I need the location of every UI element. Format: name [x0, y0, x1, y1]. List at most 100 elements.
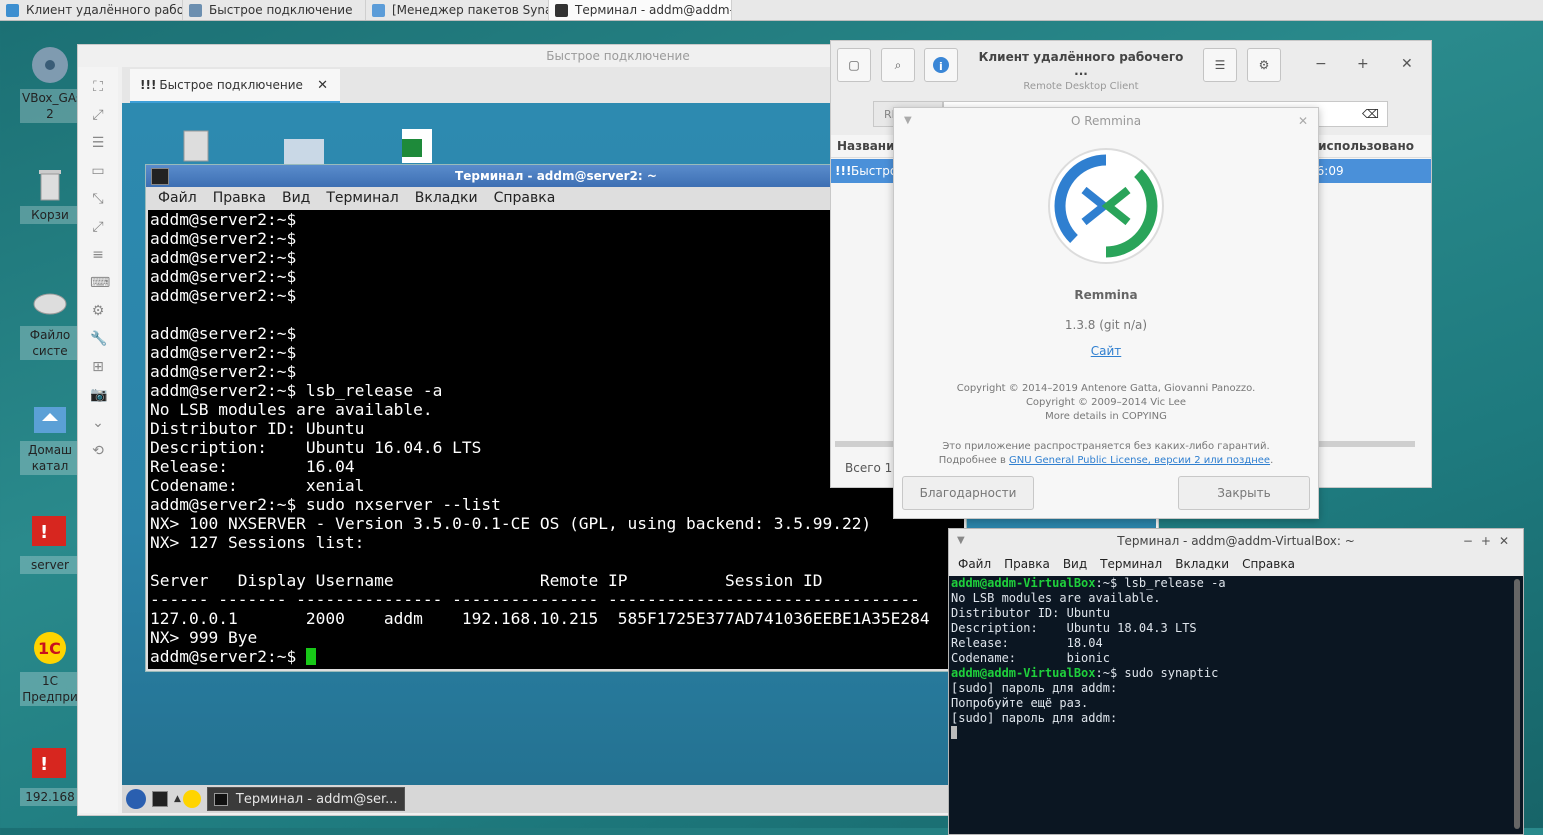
maximize-icon[interactable]: +: [1357, 56, 1369, 72]
website-link[interactable]: Сайт: [894, 344, 1318, 358]
info-icon: i: [933, 57, 949, 73]
menu-item[interactable]: Справка: [1242, 557, 1295, 571]
menu-icon[interactable]: ☰: [90, 135, 106, 151]
fullscreen-icon[interactable]: ⛶: [90, 79, 106, 95]
desktop-icon-1c[interactable]: 1С 1С Предпри: [20, 628, 80, 706]
remmina-connection-icon: !: [30, 512, 70, 552]
remmina-toolbar: ⛶ ⤢ ☰ ▭ ⤡ ⤢ ≡ ⌨ ⚙ 🔧 ⊞ 📷 ⌄ ⟲: [78, 67, 118, 813]
new-connection-button[interactable]: ▢: [837, 48, 871, 82]
app-icon: [189, 3, 202, 17]
fit-window-icon[interactable]: ⤢: [90, 107, 106, 123]
status-bar: Всего 1: [845, 461, 893, 475]
desktop-icon-192[interactable]: ! 192.168: [20, 744, 80, 806]
gear-icon: ⚙: [1258, 58, 1270, 72]
taskbar-item[interactable]: Терминал - addm@addm-V...: [549, 0, 732, 20]
preferences-icon[interactable]: ⚙: [90, 303, 106, 319]
close-icon[interactable]: ✕: [1298, 108, 1308, 134]
menu-item[interactable]: Файл: [958, 557, 991, 571]
folder-icon[interactable]: [282, 129, 324, 169]
close-tab-icon[interactable]: ✕: [317, 78, 328, 93]
resize-icon[interactable]: ⤢: [90, 219, 106, 235]
top-taskbar: Клиент удалённого рабоч...Быстрое подклю…: [0, 0, 1543, 21]
remmina-header-bar: ▢ ⌕ i Клиент удалённого рабочего ... Rem…: [831, 41, 1431, 94]
terminal-icon: [213, 792, 228, 806]
window-controls[interactable]: −+✕: [1463, 529, 1517, 553]
menu-item[interactable]: Вкладки: [1175, 557, 1229, 571]
menu-item[interactable]: Справка: [494, 190, 556, 206]
disconnect-icon[interactable]: ⟲: [90, 443, 106, 459]
menu-item[interactable]: Вид: [282, 190, 310, 206]
about-button[interactable]: i: [924, 48, 958, 82]
desktop-icon-home[interactable]: Домаш катал: [20, 397, 80, 475]
terminal-line: Codename: bionic: [951, 651, 1110, 665]
remmina-tab-icon: !!!: [140, 78, 157, 92]
clear-icon[interactable]: ⌫: [1362, 107, 1379, 121]
desktop-icon-vbox-gas[interactable]: VBox_GAs 2: [20, 45, 82, 123]
terminal-line: NX> 100 NXSERVER - Version 3.5.0-0.1-CE …: [150, 514, 872, 533]
remmina-logo: [1046, 146, 1166, 266]
menu-item[interactable]: Файл: [158, 190, 197, 206]
copyright-text: Copyright © 2014–2019 Antenore Gatta, Gi…: [956, 383, 1256, 422]
search-button[interactable]: ⌕: [881, 48, 915, 82]
menu-item[interactable]: Правка: [1004, 557, 1050, 571]
keyboard-icon[interactable]: ⌨: [90, 275, 110, 291]
remote-taskbar-terminal-button[interactable]: Терминал - addm@ser...: [206, 787, 405, 811]
trash-icon[interactable]: [174, 125, 216, 165]
warranty-text: Это приложение распространяется без каки…: [938, 441, 1274, 466]
menu-button[interactable]: ☰: [1203, 48, 1237, 82]
menu-item[interactable]: Терминал: [1100, 557, 1162, 571]
terminal-line: Release: 18.04: [951, 636, 1103, 650]
trash-icon: [30, 162, 70, 202]
preferences-button[interactable]: ⚙: [1247, 48, 1281, 82]
tray-arrow-icon[interactable]: ▲: [174, 794, 181, 804]
remmina-connection-icon: !: [30, 744, 70, 784]
terminal-line: Distributor ID: Ubuntu: [951, 606, 1110, 620]
local-terminal-titlebar: ▼ Терминал - addm@addm-VirtualBox: ~ −+✕: [949, 529, 1523, 553]
terminal-launcher-icon[interactable]: [152, 791, 168, 807]
desktop-icon-server[interactable]: ! server: [20, 512, 80, 574]
taskbar-item[interactable]: [Менеджер пакетов Synap...: [366, 0, 549, 20]
menu-item[interactable]: Правка: [213, 190, 266, 206]
desktop-icon-filesystem[interactable]: Файло систе: [20, 282, 80, 360]
taskbar-item[interactable]: Быстрое подключение: [183, 0, 366, 20]
terminal-line: 127.0.0.1 2000 addm 192.168.10.215 585F1…: [150, 609, 930, 628]
list-icon[interactable]: ≡: [90, 247, 106, 263]
spreadsheet-icon[interactable]: [398, 125, 440, 165]
screenshot-icon[interactable]: 📷: [90, 387, 107, 403]
scale-icon[interactable]: ⤡: [90, 191, 106, 207]
column-last-used[interactable]: з использовано: [1307, 135, 1414, 157]
window-icon[interactable]: ▭: [90, 163, 106, 179]
menu-item[interactable]: Вид: [1063, 557, 1087, 571]
svg-text:i: i: [939, 60, 943, 73]
desktop-icon-trash[interactable]: Корзи: [20, 162, 80, 224]
close-button[interactable]: Закрыть: [1178, 476, 1310, 510]
terminal-line: [sudo] пароль для addm:: [951, 711, 1118, 725]
credits-button[interactable]: Благодарности: [902, 476, 1034, 510]
app-version: 1.3.8 (git n/a): [1064, 318, 1148, 332]
terminal-cursor: [305, 648, 316, 665]
terminal-line: NX> 999 Bye: [150, 628, 258, 647]
menu-item[interactable]: Вкладки: [415, 190, 478, 206]
new-window-icon[interactable]: ⊞: [90, 359, 106, 375]
hard-drive-icon: [30, 282, 70, 322]
search-icon: ⌕: [894, 57, 902, 72]
start-menu-icon[interactable]: [126, 789, 146, 809]
vertical-scrollbar[interactable]: [1511, 576, 1523, 834]
local-terminal-screen[interactable]: addm@addm-VirtualBox:~$ lsb_release -a No…: [949, 576, 1513, 834]
close-icon[interactable]: ✕: [1401, 56, 1413, 72]
column-name[interactable]: Названи: [837, 135, 895, 157]
menu-item[interactable]: Терминал: [326, 190, 398, 206]
taskbar-item[interactable]: Клиент удалённого рабоч...: [0, 0, 183, 20]
window-menu-icon[interactable]: ▼: [957, 529, 965, 553]
window-menu-icon[interactable]: ▼: [904, 108, 912, 134]
tab-quick-connect[interactable]: !!! Быстрое подключение ✕: [130, 69, 340, 103]
minimize-icon[interactable]: −: [1315, 56, 1327, 72]
app-name: Remmina: [1074, 288, 1138, 302]
1c-tray-icon[interactable]: [182, 790, 201, 808]
tools-icon[interactable]: 🔧: [90, 331, 107, 347]
minimize-toolbar-icon[interactable]: ⌄: [90, 415, 106, 431]
license-link[interactable]: GNU General Public License, версии 2 или…: [1009, 455, 1270, 466]
terminal-line: addm@server2:~$ sudo nxserver --list: [150, 495, 501, 514]
home-folder-icon: [30, 397, 70, 437]
app-icon: [372, 3, 385, 17]
